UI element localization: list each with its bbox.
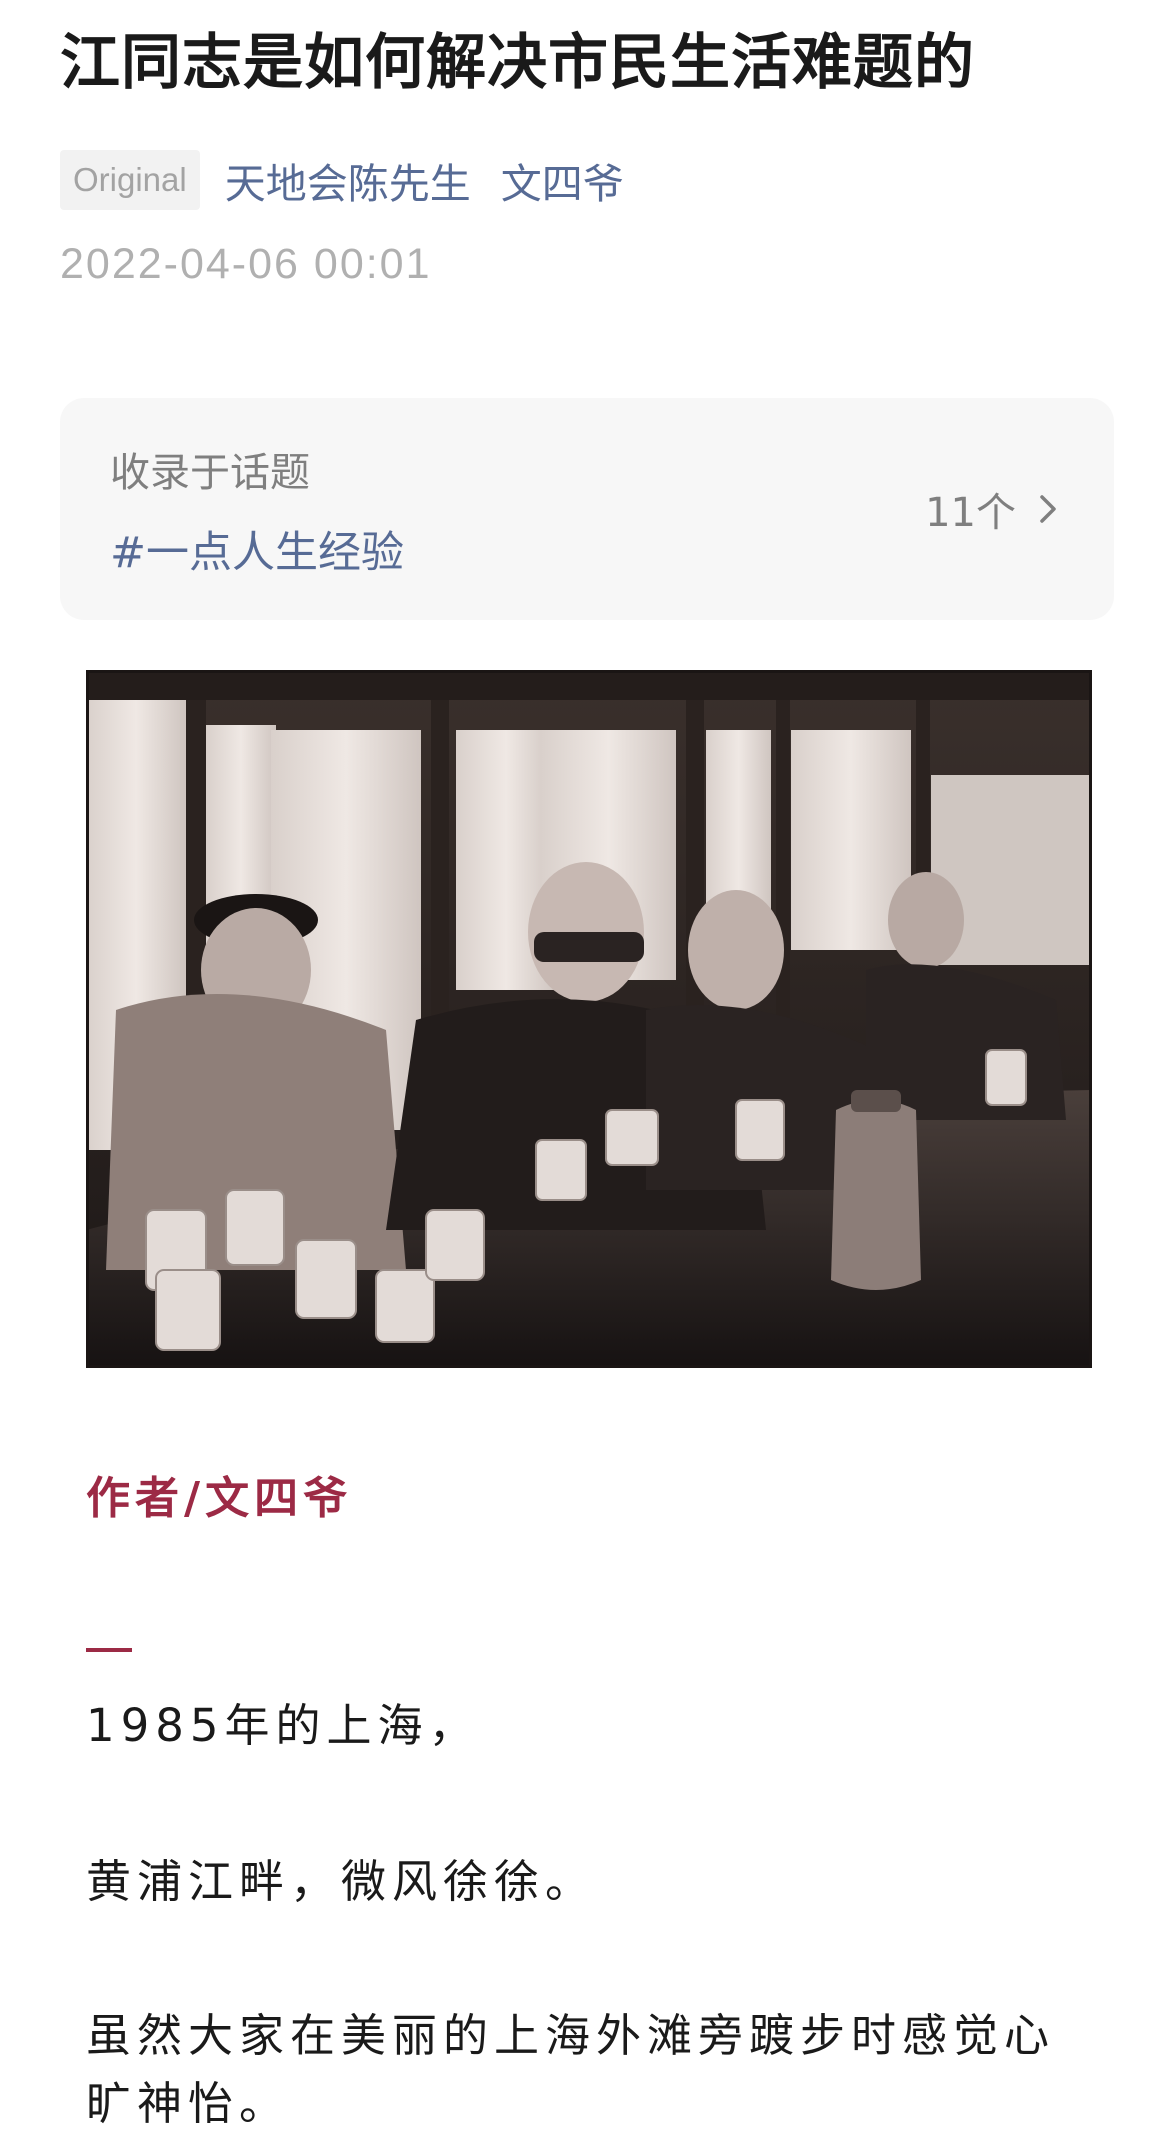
paragraph: 1985年的上海， xyxy=(86,1699,480,1752)
section-divider xyxy=(86,1648,132,1652)
paragraph: 黄浦江畔，微风徐徐。 xyxy=(86,1855,597,1908)
topic-label: 收录于话题 xyxy=(110,450,310,496)
topic-card[interactable]: 收录于话题 #一点人生经验 11个 xyxy=(60,398,1114,620)
topic-count[interactable]: 11个 xyxy=(925,480,1062,538)
article-page: 江同志是如何解决市民生活难题的 Original 天地会陈先生 文四爷 2022… xyxy=(0,0,1170,2141)
article-photo xyxy=(86,670,1092,1368)
author-name-link[interactable]: 文四爷 xyxy=(501,150,624,210)
topic-count-text: 11个 xyxy=(925,490,1016,536)
photo-illustration xyxy=(86,670,1092,1368)
article-meta: Original 天地会陈先生 文四爷 xyxy=(60,150,624,210)
account-name-link[interactable]: 天地会陈先生 xyxy=(225,150,471,210)
original-badge: Original xyxy=(60,150,200,210)
topic-tag-link[interactable]: #一点人生经验 xyxy=(110,518,404,580)
publish-date: 2022-04-06 00:01 xyxy=(60,240,432,288)
article-title: 江同志是如何解决市民生活难题的 xyxy=(60,28,975,98)
paragraph: 虽然大家在美丽的上海外滩旁踱步时感觉心旷神怡。 xyxy=(86,2009,1056,2130)
author-byline: 作者/文四爷 xyxy=(86,1473,353,1524)
chevron-right-icon xyxy=(1040,495,1056,523)
